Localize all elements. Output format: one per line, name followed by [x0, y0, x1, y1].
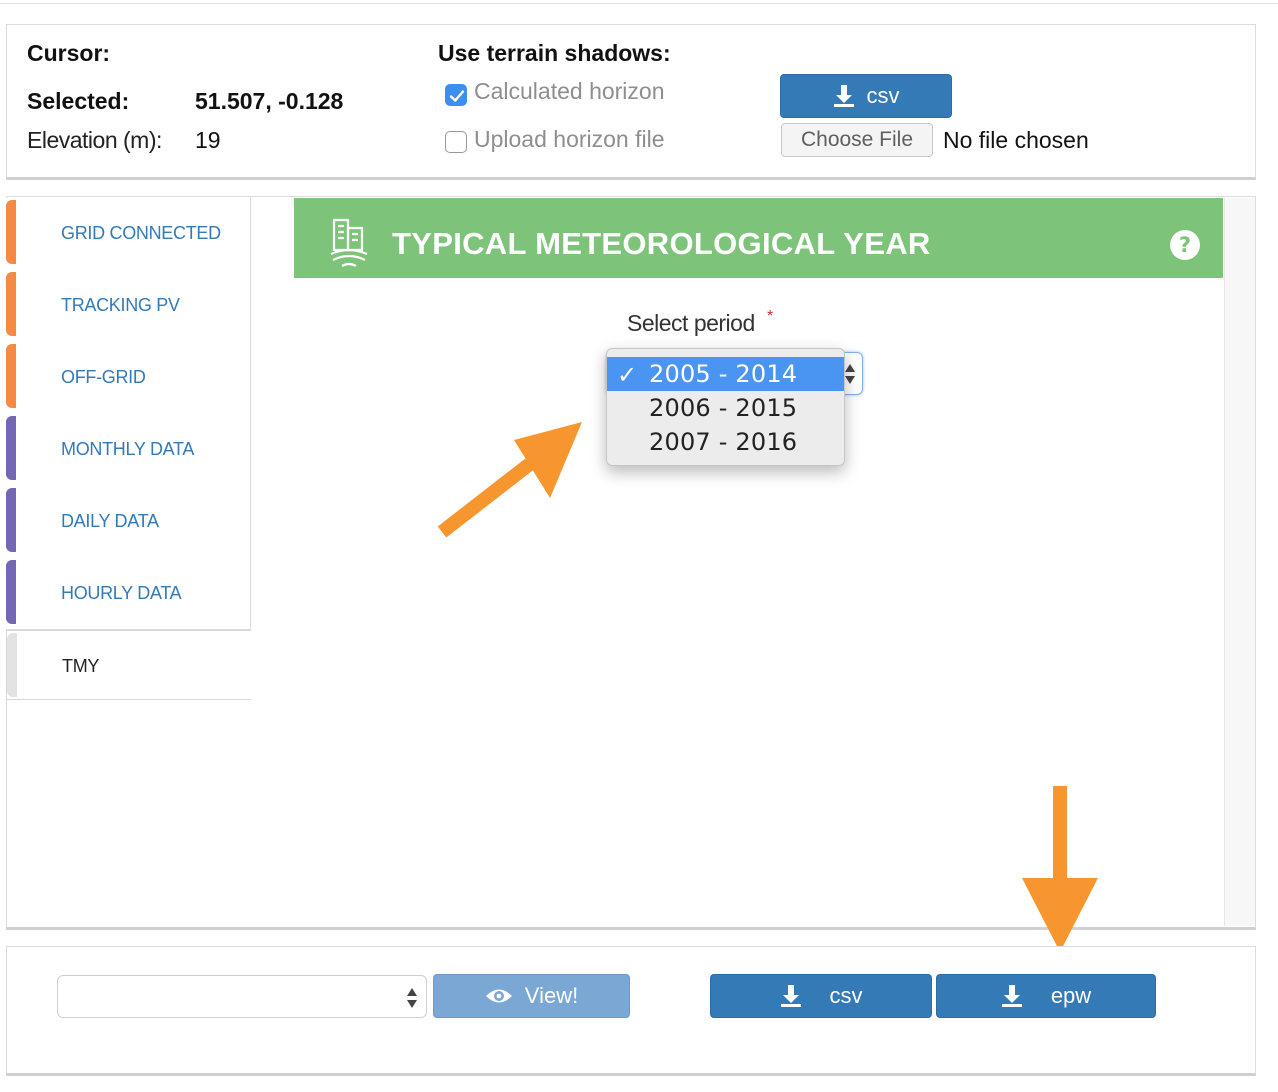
svg-text:?: ?	[1179, 233, 1191, 257]
period-option-2005-2014[interactable]: ✓ 2005 - 2014	[607, 357, 844, 391]
download-icon	[1001, 985, 1022, 1007]
selected-check-icon: ✓	[617, 361, 638, 389]
sidebar-tab-off-grid[interactable]: OFF-GRID	[6, 342, 251, 414]
eye-icon	[485, 989, 512, 1003]
annotation-arrow-diagonal	[437, 422, 582, 538]
tab-color-stripe	[6, 488, 16, 552]
tmy-title: TYPICAL METEOROLOGICAL YEAR	[392, 226, 931, 261]
cursor-label: Cursor:	[27, 40, 111, 66]
period-option-2007-2016[interactable]: 2007 - 2016	[607, 425, 844, 459]
calculated-horizon-checkbox[interactable]	[445, 84, 467, 106]
horizon-csv-label: csv	[866, 83, 900, 108]
scrollbar-track[interactable]	[1224, 198, 1255, 926]
sidebar-tab-tmy[interactable]: TMY	[6, 630, 251, 700]
tab-color-stripe	[6, 200, 16, 264]
tab-label: TMY	[62, 655, 100, 676]
view-button[interactable]: View!	[433, 974, 630, 1018]
tab-label: HOURLY DATA	[61, 582, 182, 603]
help-icon[interactable]: ?	[1169, 229, 1201, 261]
choose-file-button[interactable]: Choose File	[781, 123, 933, 157]
tab-color-stripe	[6, 272, 16, 336]
sidebar-tab-hourly-data[interactable]: HOURLY DATA	[6, 558, 251, 630]
tmy-csv-label: csv	[829, 983, 863, 1008]
elevation-label: Elevation (m):	[27, 127, 162, 153]
tab-color-stripe	[6, 560, 16, 624]
horizon-csv-download-button[interactable]: csv	[780, 74, 952, 118]
checkmark-icon	[449, 90, 465, 102]
sidebar-tab-tracking-pv[interactable]: TRACKING PV	[6, 270, 251, 342]
tab-label: DAILY DATA	[61, 510, 159, 531]
tab-label: GRID CONNECTED	[61, 222, 221, 243]
option-label: 2007 - 2016	[649, 428, 798, 456]
sidebar-tab-grid-connected[interactable]: GRID CONNECTED	[6, 198, 251, 270]
calculated-horizon-label[interactable]: Calculated horizon	[474, 78, 665, 105]
top-border	[0, 0, 1278, 4]
tab-label: TRACKING PV	[61, 294, 180, 315]
tmy-csv-download-button[interactable]: csv	[710, 974, 932, 1018]
tab-color-stripe	[6, 344, 16, 408]
option-label: 2006 - 2015	[649, 394, 798, 422]
sidebar-tab-daily-data[interactable]: DAILY DATA	[6, 486, 251, 558]
view-button-label: View!	[524, 983, 579, 1008]
option-label: 2005 - 2014	[649, 360, 798, 388]
select-period-label: Select period	[627, 310, 755, 336]
tab-color-stripe	[6, 416, 16, 480]
upload-horizon-checkbox[interactable]	[445, 131, 467, 153]
sidebar-tab-monthly-data[interactable]: MONTHLY DATA	[6, 414, 251, 486]
select-arrows-icon	[407, 988, 417, 1008]
terrain-shadows-title: Use terrain shadows:	[438, 40, 671, 66]
annotation-arrow-down	[1022, 786, 1098, 952]
tmy-epw-label: epw	[1050, 983, 1092, 1008]
period-option-2006-2015[interactable]: 2006 - 2015	[607, 391, 844, 425]
tab-label: OFF-GRID	[61, 366, 146, 387]
elevation-value: 19	[195, 127, 221, 153]
selected-label: Selected:	[27, 88, 130, 114]
upload-horizon-label[interactable]: Upload horizon file	[474, 126, 665, 153]
tab-color-stripe	[7, 633, 17, 697]
tmy-epw-download-button[interactable]: epw	[936, 974, 1156, 1018]
no-file-chosen-text: No file chosen	[943, 127, 1089, 153]
selected-coordinates: 51.507, -0.128	[195, 88, 344, 114]
output-format-select[interactable]	[57, 975, 427, 1018]
download-icon	[833, 85, 854, 107]
required-marker: *	[767, 308, 774, 325]
select-arrows-icon	[845, 364, 855, 384]
download-icon	[780, 985, 801, 1007]
city-weather-icon	[330, 218, 368, 267]
tab-label: MONTHLY DATA	[61, 438, 195, 459]
period-dropdown-menu: ✓ 2005 - 2014 2006 - 2015 2007 - 2016	[606, 348, 845, 466]
